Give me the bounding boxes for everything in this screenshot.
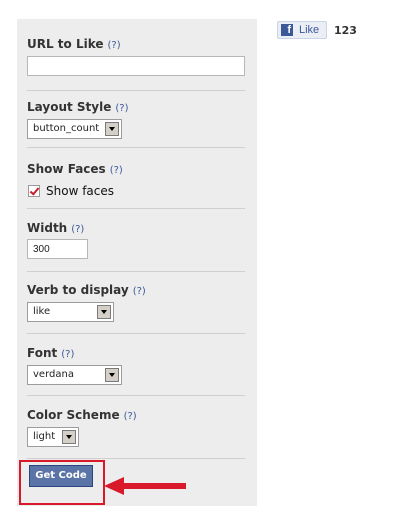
like-count: 123 [334,24,357,37]
font-section: Font (?) [27,342,245,361]
font-value: verdana [33,369,74,380]
divider [27,208,245,209]
layout-style-help-link[interactable]: (?) [115,103,128,114]
verb-section: Verb to display (?) [27,279,245,298]
facebook-f-icon: f [281,24,293,36]
divider [27,147,245,148]
width-input[interactable] [27,239,88,259]
font-help-link[interactable]: (?) [61,349,74,360]
width-help-link[interactable]: (?) [71,224,84,235]
verb-help-link[interactable]: (?) [133,286,146,297]
like-button-config-panel: URL to Like (?) Layout Style (?) button_co… [17,19,257,506]
show-faces-section: Show Faces (?) [27,158,245,177]
width-label: Width [27,221,68,235]
verb-value: like [33,306,51,317]
show-faces-checkbox-label[interactable]: Show faces [46,184,114,198]
font-select[interactable]: verdana [27,365,122,385]
get-code-button[interactable]: Get Code [29,465,93,487]
layout-style-section: Layout Style (?) [27,96,245,115]
url-input[interactable] [27,56,245,76]
chevron-down-icon[interactable] [105,368,119,382]
divider [27,458,245,459]
color-scheme-help-link[interactable]: (?) [124,411,137,422]
like-button[interactable]: f Like [277,21,327,39]
verb-label: Verb to display [27,283,129,297]
chevron-down-icon[interactable] [62,430,76,444]
divider [27,90,245,91]
color-scheme-label: Color Scheme [27,408,120,422]
layout-style-label: Layout Style [27,100,112,114]
show-faces-label: Show Faces [27,162,106,176]
url-help-link[interactable]: (?) [108,40,121,51]
layout-style-select[interactable]: button_count [27,119,122,139]
arrow-shape [104,477,186,495]
get-code-highlight-box: Get Code [19,460,105,505]
like-label: Like [299,24,320,36]
color-scheme-section: Color Scheme (?) [27,404,245,423]
url-label: URL to Like [27,37,104,51]
verb-select[interactable]: like [27,302,114,322]
divider [27,333,245,334]
show-faces-checkbox[interactable] [28,185,40,197]
show-faces-help-link[interactable]: (?) [110,165,123,176]
chevron-down-icon[interactable] [105,122,119,136]
layout-style-value: button_count [33,123,100,134]
color-scheme-value: light [33,431,56,442]
width-section: Width (?) [27,217,245,236]
color-scheme-select[interactable]: light [27,427,79,447]
url-section: URL to Like (?) [27,33,245,52]
red-arrow-icon [104,477,186,495]
font-label: Font [27,346,58,360]
chevron-down-icon[interactable] [97,305,111,319]
divider [27,395,245,396]
divider [27,271,245,272]
